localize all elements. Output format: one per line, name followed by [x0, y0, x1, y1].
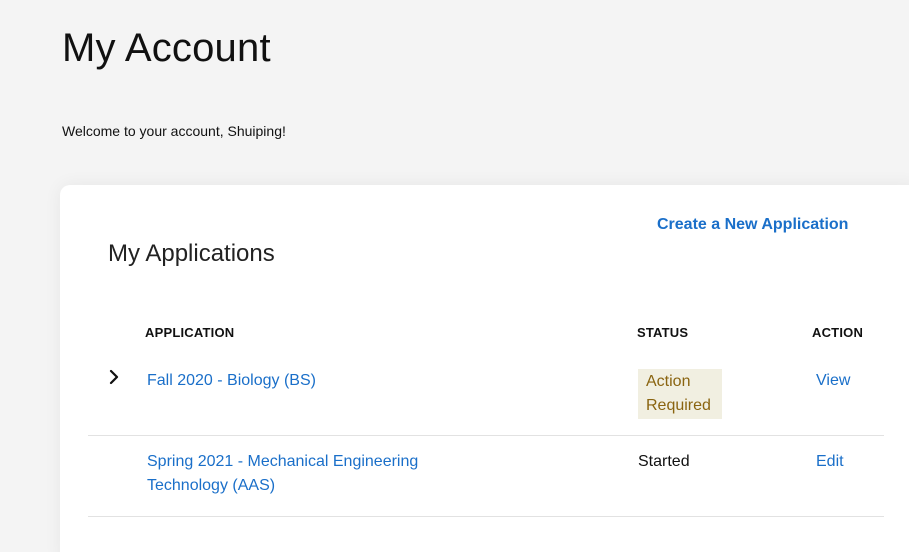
applications-card: Create a New Application My Applications…	[60, 185, 909, 552]
table-row: Fall 2020 - Biology (BS) Action Required…	[88, 361, 884, 436]
application-link[interactable]: Spring 2021 - Mechanical Engineering Tec…	[147, 450, 447, 498]
create-application-link[interactable]: Create a New Application	[657, 216, 848, 234]
chevron-right-icon[interactable]	[106, 369, 122, 385]
column-header-action: ACTION	[812, 325, 864, 340]
column-header-status: STATUS	[637, 325, 689, 340]
column-header-application: APPLICATION	[145, 325, 235, 340]
applications-section-title: My Applications	[108, 240, 275, 267]
view-action-link[interactable]: View	[816, 369, 850, 393]
status-text: Started	[638, 453, 690, 470]
application-link[interactable]: Fall 2020 - Biology (BS)	[147, 369, 447, 393]
edit-action-link[interactable]: Edit	[816, 450, 844, 474]
table-row: Spring 2021 - Mechanical Engineering Tec…	[88, 436, 884, 517]
account-page: My Account Welcome to your account, Shui…	[0, 0, 909, 552]
welcome-message: Welcome to your account, Shuiping!	[62, 123, 286, 139]
status-badge: Action Required	[638, 369, 722, 419]
page-title: My Account	[62, 26, 271, 70]
